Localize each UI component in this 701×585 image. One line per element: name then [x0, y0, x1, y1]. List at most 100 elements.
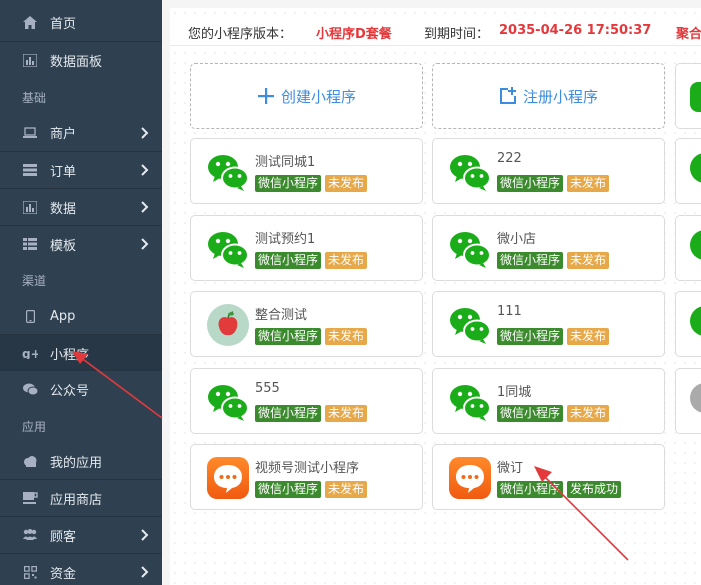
create-miniprogram-card[interactable]: 创建小程序 [190, 63, 423, 129]
chat-icon [22, 381, 38, 397]
app-name: 111 [497, 304, 522, 319]
grid-icon [22, 236, 38, 252]
add-doc-icon [499, 87, 516, 104]
qrcode-icon [22, 564, 38, 580]
platform-badge: 微信小程序 [497, 175, 564, 192]
sidebar-item-label: 模板 [50, 238, 77, 254]
app-name: 1同城 [497, 385, 532, 400]
wechat-icon [449, 381, 491, 423]
version-bar: 您的小程序版本： 小程序D套餐 到期时间： 2035-04-26 17:50:3… [170, 18, 701, 46]
miniprogram-card[interactable]: 222 微信小程序 未发布 [432, 138, 665, 204]
users-icon [22, 527, 38, 543]
status-badge: 未发布 [325, 328, 368, 345]
sidebar-item-label: 资金 [50, 566, 77, 582]
create-label: 创建小程序 [280, 87, 356, 106]
sidebar-item-label: 我的应用 [50, 456, 103, 471]
cloud-icon [22, 454, 38, 470]
sidebar: 首页 数据面板 基础 商户 订单 数据 模板 渠道 App g+ 小程序 公众号… [0, 0, 162, 585]
status-badge: 未发布 [567, 405, 610, 422]
miniprogram-card[interactable]: 整合测试 微信小程序 未发布 [190, 291, 423, 357]
app-name: 整合测试 [255, 308, 308, 323]
miniprogram-card[interactable]: 1同城微信小程序 未发布 [432, 368, 665, 434]
sidebar-item-label: 数据 [50, 201, 77, 217]
miniprogram-card[interactable]: 111 微信小程序 未发布 [432, 291, 665, 357]
create-miniprogram-button[interactable]: 创建小程序 [191, 64, 422, 128]
miniprogram-card[interactable]: 微小店 微信小程序 未发布 [432, 215, 665, 281]
wechat-icon [207, 228, 249, 270]
laptop-icon [22, 125, 38, 141]
chevron-right-icon [141, 201, 149, 213]
section-channel: 渠道 [22, 274, 47, 288]
app-name: 222 [497, 151, 522, 166]
chat-bubble-icon [207, 457, 249, 499]
partial-card[interactable] [675, 291, 701, 357]
sidebar-item-data[interactable]: 数据 [0, 188, 162, 225]
sidebar-item-miniprogram[interactable]: g+ 小程序 [0, 334, 162, 371]
sidebar-item-label: 商户 [50, 127, 77, 142]
platform-badge: 微信小程序 [255, 175, 322, 192]
platform-badge: 微信小程序 [255, 481, 322, 498]
app-icon [690, 383, 701, 413]
partial-card[interactable] [675, 368, 701, 434]
sidebar-item-template[interactable]: 模板 [0, 225, 162, 262]
section-basic: 基础 [22, 91, 47, 105]
platform-badge: 微信小程序 [497, 328, 564, 345]
sidebar-item-home[interactable]: 首页 [0, 4, 162, 41]
register-miniprogram-button[interactable]: 注册小程序 [433, 64, 664, 128]
register-label: 注册小程序 [522, 87, 598, 106]
sidebar-item-dashboard[interactable]: 数据面板 [0, 41, 162, 78]
sidebar-item-merchant[interactable]: 商户 [0, 114, 162, 151]
badges: 微信小程序 未发布 [497, 328, 613, 345]
wechat-icon [690, 230, 701, 260]
sidebar-item-funds[interactable]: 资金 [0, 553, 162, 585]
chevron-right-icon [141, 126, 149, 139]
partial-card[interactable] [675, 138, 701, 204]
badges: 微信小程序 未发布 [255, 481, 371, 498]
miniprogram-card[interactable]: 微订 微信小程序 发布成功 [432, 444, 665, 510]
status-badge: 未发布 [325, 405, 368, 422]
home-icon [22, 15, 38, 31]
expire-label: 到期时间： [424, 27, 490, 42]
badges: 微信小程序 未发布 [255, 252, 371, 269]
chevron-right-icon [141, 529, 149, 541]
register-miniprogram-card[interactable]: 注册小程序 [432, 63, 665, 129]
badges: 微信小程序 未发布 [497, 175, 613, 192]
sidebar-item-my-apps[interactable]: 我的应用 [0, 443, 162, 480]
app-name: 测试预约1 [255, 232, 316, 247]
partial-card[interactable] [675, 215, 701, 281]
app-name: 测试同城1 [255, 155, 316, 170]
sidebar-item-label: 数据面板 [50, 54, 103, 70]
platform-badge: 微信小程序 [255, 252, 322, 269]
sidebar-item-label: 小程序 [50, 347, 90, 363]
wechat-icon [207, 151, 249, 193]
cup-icon [22, 490, 38, 506]
miniprogram-card[interactable]: 测试预约1 微信小程序 未发布 [190, 215, 423, 281]
wechat-icon [449, 228, 491, 270]
platform-badge: 微信小程序 [255, 405, 322, 422]
badges: 微信小程序 未发布 [255, 175, 371, 192]
sidebar-item-label: 订单 [50, 164, 77, 180]
expire-value: 2035-04-26 17:50:37 [499, 23, 652, 38]
miniprogram-panel: 您的小程序版本： 小程序D套餐 到期时间： 2035-04-26 17:50:3… [170, 8, 701, 585]
sidebar-item-app-store[interactable]: 应用商店 [0, 479, 162, 516]
section-apps: 应用 [22, 420, 47, 434]
sidebar-item-official-account[interactable]: 公众号 [0, 370, 162, 407]
miniprogram-card[interactable]: 视频号测试小程序 微信小程序 未发布 [190, 444, 423, 510]
sidebar-item-app[interactable]: App [0, 298, 162, 335]
sidebar-item-customers[interactable]: 顾客 [0, 516, 162, 553]
sidebar-item-label: 顾客 [50, 529, 77, 545]
status-badge: 未发布 [325, 252, 368, 269]
partial-green-icon [690, 82, 701, 112]
partial-card[interactable] [675, 63, 701, 129]
sidebar-item-orders[interactable]: 订单 [0, 151, 162, 188]
status-badge: 发布成功 [567, 481, 622, 498]
list-icon [22, 162, 38, 178]
version-label: 您的小程序版本： [188, 27, 293, 42]
status-badge: 未发布 [567, 328, 610, 345]
miniprogram-card[interactable]: 测试同城1 微信小程序 未发布 [190, 138, 423, 204]
status-badge: 未发布 [567, 252, 610, 269]
platform-badge: 微信小程序 [497, 405, 564, 422]
status-badge: 未发布 [325, 481, 368, 498]
miniprogram-card[interactable]: 555 微信小程序 未发布 [190, 368, 423, 434]
bar-chart-icon [22, 199, 38, 215]
